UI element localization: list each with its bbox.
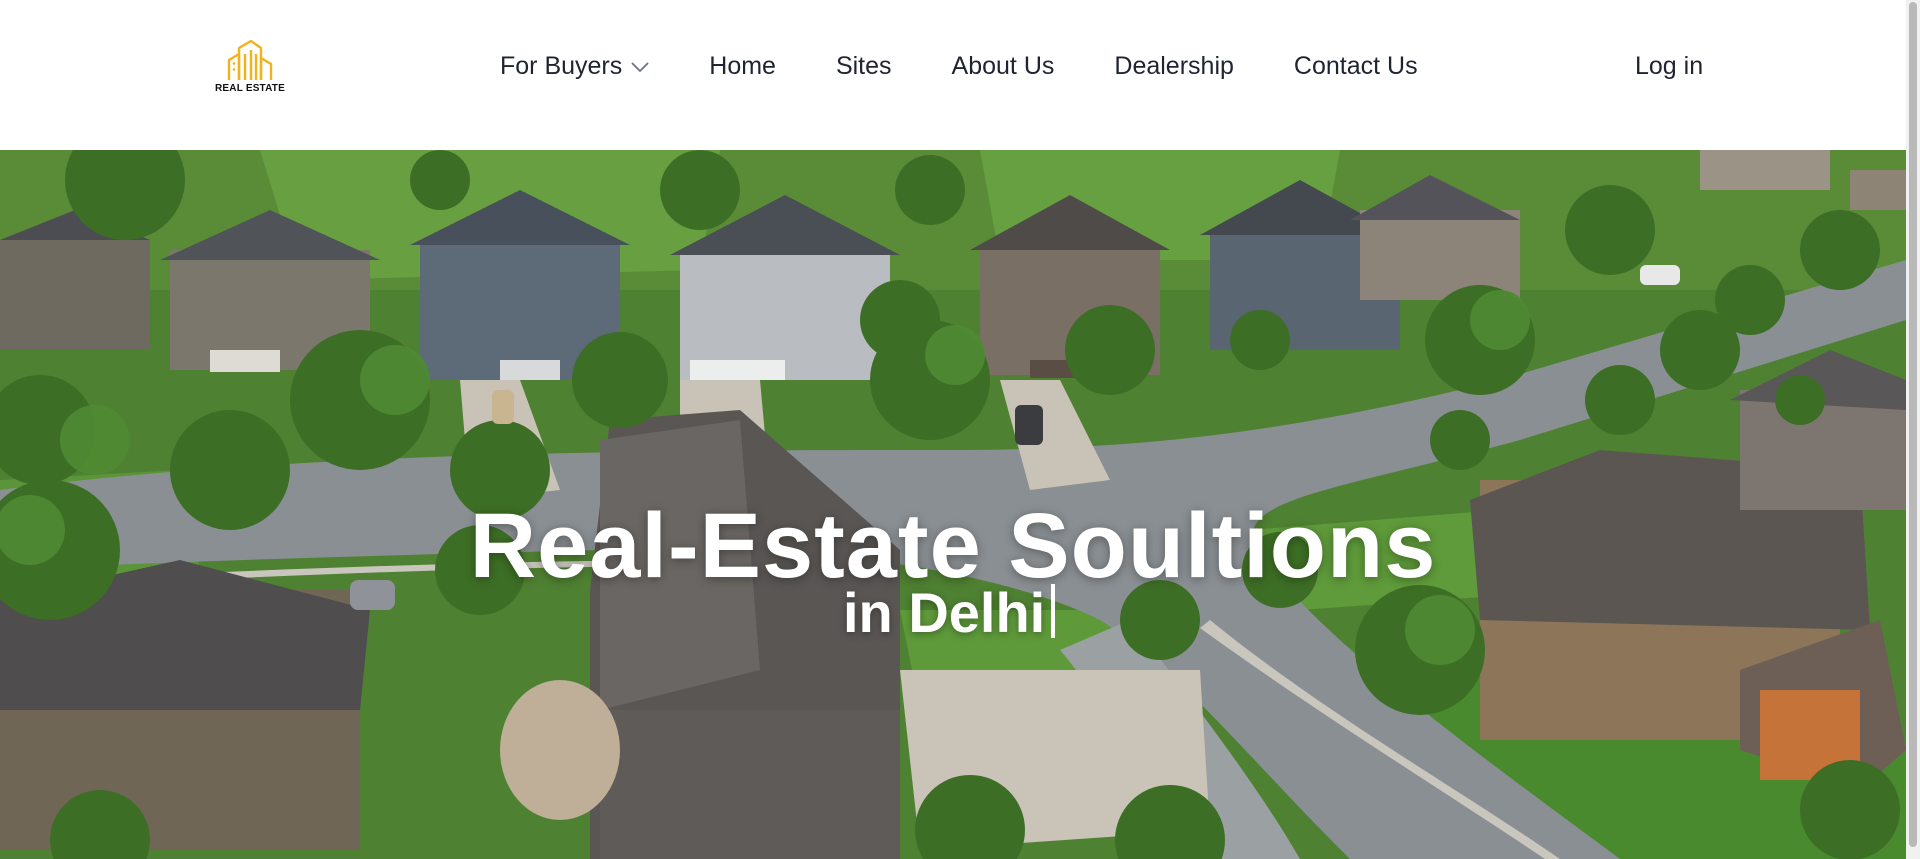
hero-subtitle: in Delhi (843, 580, 1056, 645)
logo-text: REAL ESTATE (215, 83, 285, 94)
scrollbar-thumb[interactable] (1909, 2, 1917, 847)
nav-item-sites[interactable]: Sites (836, 52, 892, 81)
page-scrollbar[interactable] (1906, 0, 1920, 859)
nav-item-for-buyers[interactable]: For Buyers (500, 52, 649, 81)
logo-link[interactable]: REAL ESTATE (212, 38, 288, 98)
typing-cursor (1051, 584, 1056, 638)
nav-item-contact-us[interactable]: Contact Us (1294, 52, 1418, 81)
login-link[interactable]: Log in (1635, 52, 1703, 81)
site-header: REAL ESTATE For Buyers Home Sites About … (0, 0, 1906, 150)
nav-item-dealership[interactable]: Dealership (1114, 52, 1234, 81)
building-icon (227, 39, 273, 80)
hero-section: Real-Estate Soultions in Delhi (0, 150, 1906, 859)
main-nav: For Buyers Home Sites About Us Dealershi… (500, 52, 1418, 81)
hero-subtitle-text: in Delhi (843, 581, 1046, 644)
chevron-down-icon (631, 62, 649, 72)
page: REAL ESTATE For Buyers Home Sites About … (0, 0, 1920, 859)
nav-item-about-us[interactable]: About Us (952, 52, 1055, 81)
nav-item-label: For Buyers (500, 52, 623, 80)
nav-item-home[interactable]: Home (709, 52, 776, 81)
